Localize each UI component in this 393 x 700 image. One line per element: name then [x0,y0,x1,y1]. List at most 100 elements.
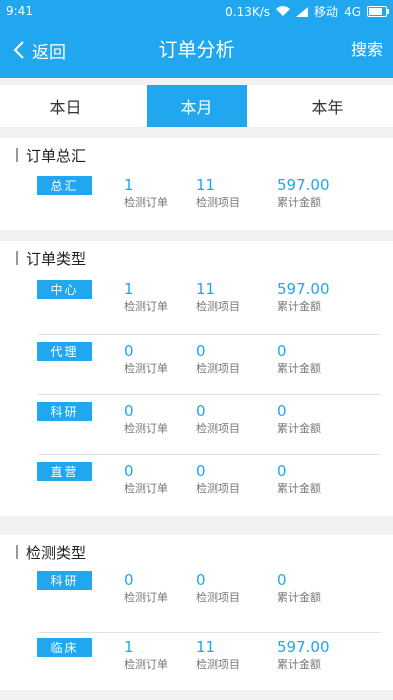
orders-value: 0 [124,402,134,420]
orders-stat: 1 检测订单 [124,638,168,672]
amount-value: 0 [277,342,287,360]
amount-label: 累计金额 [277,482,321,495]
amount-value: 597.00 [277,280,330,298]
orders-label: 检测订单 [124,591,168,604]
items-stat: 0 检测项目 [196,402,240,436]
category-tag: 总汇 [37,176,92,195]
list-item[interactable]: 科研 0 检测订单 0 检测项目 0 累计金额 [0,395,393,455]
amount-value: 0 [277,402,287,420]
items-value: 0 [196,462,206,480]
amount-stat: 597.00 累计金额 [277,176,330,210]
category-tag: 临床 [37,638,92,657]
list-item[interactable]: 代理 0 检测订单 0 检测项目 0 累计金额 [0,335,393,395]
items-value: 11 [196,280,216,298]
items-value: 0 [196,342,206,360]
orders-stat: 0 检测订单 [124,402,168,436]
section-header: 检测类型 [0,535,393,569]
list-item[interactable]: 中心 1 检测订单 11 检测项目 597.00 累计金额 [0,275,393,335]
amount-label: 累计金额 [277,300,321,313]
amount-label: 累计金额 [277,591,321,604]
orders-stat: 1 检测订单 [124,176,168,210]
orders-label: 检测订单 [124,658,168,671]
orders-value: 1 [124,176,134,194]
orders-label: 检测订单 [124,482,168,495]
list-item[interactable]: 直营 0 检测订单 0 检测项目 0 累计金额 [0,455,393,515]
items-value: 0 [196,571,206,589]
period-tabs: 本日 本月 本年 [0,85,393,127]
category-tag: 代理 [37,342,92,361]
tab-month[interactable]: 本月 [131,85,262,127]
list-item[interactable]: 临床 1 检测订单 11 检测项目 597.00 累计金额 [0,629,393,689]
search-button[interactable]: 搜索 [351,22,383,78]
items-label: 检测项目 [196,300,240,313]
items-label: 检测项目 [196,362,240,375]
items-value: 0 [196,402,206,420]
amount-label: 累计金额 [277,196,321,209]
items-stat: 11 检测项目 [196,280,240,314]
list-item[interactable]: 科研 0 检测订单 0 检测项目 0 累计金额 [0,569,393,633]
status-indicators: 0.13K/s 移动 4G [225,3,389,20]
orders-label: 检测订单 [124,422,168,435]
orders-value: 0 [124,462,134,480]
items-label: 检测项目 [196,658,240,671]
tab-month-label: 本月 [146,85,247,127]
orders-stat: 1 检测订单 [124,280,168,314]
amount-label: 累计金额 [277,658,321,671]
category-tag: 中心 [37,280,92,299]
items-label: 检测项目 [196,482,240,495]
wifi-icon [276,6,291,17]
category-tag: 科研 [37,402,92,421]
network-type: 4G [344,4,361,19]
category-tag: 科研 [37,571,92,590]
orders-value: 1 [124,280,134,298]
amount-label: 累计金额 [277,422,321,435]
category-tag: 直营 [37,462,92,481]
app-bar: 返回 订单分析 搜索 [0,22,393,78]
items-value: 11 [196,176,216,194]
amount-stat: 0 累计金额 [277,571,321,605]
orders-label: 检测订单 [124,300,168,313]
orders-value: 0 [124,571,134,589]
items-stat: 0 检测项目 [196,462,240,496]
amount-stat: 597.00 累计金额 [277,638,330,672]
orders-label: 检测订单 [124,196,168,209]
orders-label: 检测订单 [124,362,168,375]
items-stat: 11 检测项目 [196,638,240,672]
section-header: 订单类型 [0,241,393,275]
back-button[interactable]: 返回 [12,22,66,78]
orders-value: 1 [124,638,134,656]
section-header: 订单总汇 [0,138,393,172]
amount-stat: 0 累计金额 [277,342,321,376]
section-title: 订单总汇 [26,146,87,165]
items-label: 检测项目 [196,591,240,604]
carrier-name: 移动 [314,5,339,19]
status-bar: 9:41 0.13K/s 移动 4G [0,0,393,22]
back-label: 返回 [32,42,66,63]
orders-stat: 0 检测订单 [124,462,168,496]
items-stat: 11 检测项目 [196,176,240,210]
signal-icon [296,6,309,17]
amount-stat: 0 累计金额 [277,462,321,496]
orders-stat: 0 检测订单 [124,342,168,376]
network-speed: 0.13K/s [225,4,271,19]
section-test-type: 检测类型 科研 0 检测订单 0 检测项目 0 累计金额 临床 1 检测订单 1… [0,535,393,690]
amount-value: 597.00 [277,638,330,656]
section-title: 订单类型 [26,249,87,268]
tab-year[interactable]: 本年 [262,85,393,127]
amount-value: 0 [277,571,287,589]
amount-label: 累计金额 [277,362,321,375]
amount-stat: 0 累计金额 [277,402,321,436]
section-order-summary: 订单总汇 总汇 1 检测订单 11 检测项目 597.00 累计金额 [0,138,393,230]
amount-stat: 597.00 累计金额 [277,280,330,314]
status-time: 9:41 [6,4,33,18]
tab-day[interactable]: 本日 [0,85,131,127]
section-order-type: 订单类型 中心 1 检测订单 11 检测项目 597.00 累计金额 代理 0 … [0,241,393,516]
list-item[interactable]: 总汇 1 检测订单 11 检测项目 597.00 累计金额 [0,172,393,232]
items-label: 检测项目 [196,422,240,435]
items-label: 检测项目 [196,196,240,209]
items-stat: 0 检测项目 [196,342,240,376]
items-stat: 0 检测项目 [196,571,240,605]
orders-value: 0 [124,342,134,360]
amount-value: 597.00 [277,176,330,194]
orders-stat: 0 检测订单 [124,571,168,605]
